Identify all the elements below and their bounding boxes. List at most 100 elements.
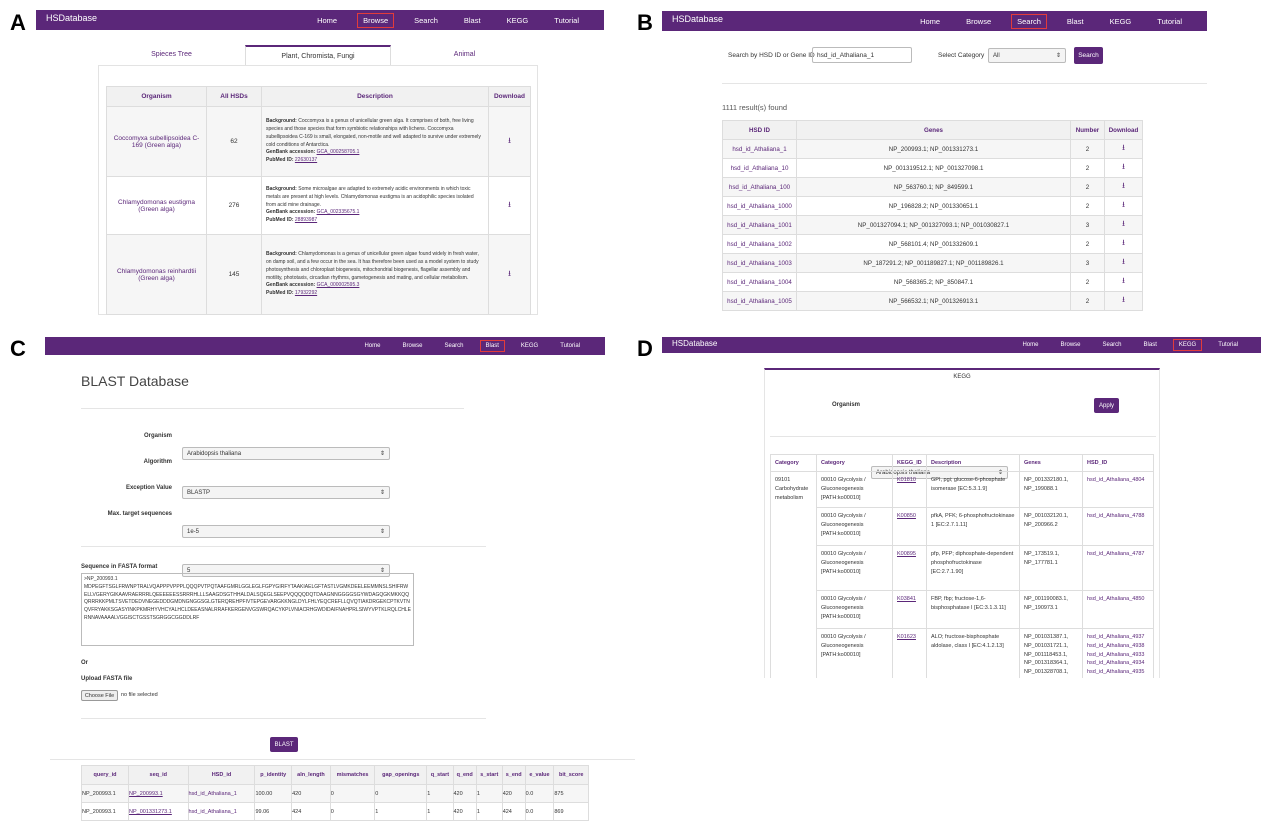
fasta-textarea[interactable]: >NP_200993.1 MDPEGFTSGLFRWNPTRALVQAPPPVP… (81, 573, 414, 646)
navbar-b: HSDatabase Home Browse Search Blast KEGG… (662, 11, 1207, 31)
download-icon[interactable]: ⭳ (1122, 219, 1125, 228)
download-icon[interactable]: ⭳ (1122, 276, 1125, 285)
nav-browse[interactable]: Browse (397, 341, 427, 351)
search-button[interactable]: Search (1074, 47, 1103, 64)
download-icon[interactable]: ⭳ (1122, 143, 1125, 152)
search-label: Search by HSD ID or Gene ID (728, 52, 815, 59)
nav-blast[interactable]: Blast (1062, 15, 1089, 28)
panel-label-d: D (637, 336, 653, 361)
nav-search[interactable]: Search (1011, 13, 1047, 29)
table-row: NP_200993.1 NP_200993.1 hsd_id_Athaliana… (80, 784, 589, 803)
navbar-d: HSDatabase Home Browse Search Blast KEGG… (662, 337, 1261, 353)
hsd-id-link[interactable]: hsd_id_Athaliana_1005 (722, 291, 797, 311)
brand-logo[interactable]: HSDatabase (672, 339, 717, 348)
nav-search[interactable]: Search (440, 341, 469, 351)
table-row: hsd_id_Athaliana_10 NP_001319512.1; NP_00… (722, 158, 1143, 178)
hsd-id-link[interactable]: hsd_id_Athaliana_4933 (1087, 651, 1149, 660)
algorithm-select[interactable]: BLASTP (182, 486, 390, 499)
nav-blast[interactable]: Blast (459, 14, 486, 27)
tab-animal[interactable]: Animal (391, 51, 538, 58)
hsd-id-link[interactable]: hsd_id_Athaliana_1 (722, 139, 797, 159)
nav-home[interactable]: Home (359, 341, 385, 351)
hsd-id-link[interactable]: hsd_id_Athaliana_4938 (1087, 642, 1149, 651)
hsd-id-link[interactable]: hsd_id_Athaliana_10 (722, 158, 797, 178)
table-row: hsd_id_Athaliana_1 NP_200993.1; NP_001331… (722, 139, 1143, 159)
nav-browse[interactable]: Browse (1055, 340, 1085, 350)
evalue-select[interactable]: 1e-5 (182, 525, 390, 538)
nav-blast[interactable]: Blast (479, 340, 505, 352)
hsd-id-link[interactable]: hsd_id_Athaliana_100 (722, 177, 797, 197)
download-icon[interactable]: ⭳ (508, 136, 511, 145)
kegg-id-link[interactable]: K00895 (892, 545, 927, 591)
hsd-id-link[interactable]: hsd_id_Athaliana_1001 (722, 215, 797, 235)
hsd-id-link[interactable]: hsd_id_Athaliana_4788 (1082, 507, 1154, 546)
hsd-id-link[interactable]: hsd_id_Athaliana_1 (187, 784, 256, 803)
search-input[interactable]: hsd_id_Athaliana_1 (812, 47, 912, 63)
hsd-id-link[interactable]: hsd_id_Athaliana_4937 (1087, 633, 1149, 642)
nav-tutorial[interactable]: Tutorial (1213, 340, 1243, 350)
nav-browse[interactable]: Browse (961, 15, 996, 28)
tab-plant[interactable]: Plant, Chromista, Fungi (245, 45, 391, 65)
hsd-id-link[interactable]: hsd_id_Athaliana_4787 (1082, 545, 1154, 591)
brand-logo[interactable]: HSDatabase (672, 14, 723, 24)
bg-label: Background: (266, 186, 297, 193)
download-icon[interactable]: ⭳ (508, 200, 511, 209)
category-select[interactable]: All (988, 48, 1066, 63)
hsd-id-link[interactable]: hsd_id_Athaliana_1002 (722, 234, 797, 254)
description-cell: pfkA, PFK; 6-phosphofructokinase 1 [EC:2… (926, 507, 1020, 546)
apply-button[interactable]: Apply (1094, 398, 1119, 413)
download-cell: ⭳ (1104, 196, 1143, 216)
download-icon[interactable]: ⭳ (1122, 200, 1125, 209)
nav-home[interactable]: Home (1017, 340, 1043, 350)
seq-id-link[interactable]: NP_200993.1 (128, 784, 189, 803)
nav-kegg[interactable]: KEGG (516, 341, 543, 351)
pubmed-link[interactable]: 17932292 (295, 290, 317, 296)
nav-blast[interactable]: Blast (1139, 340, 1162, 350)
genbank-link[interactable]: GCA_002335675.1 (317, 209, 360, 215)
hsd-id-link[interactable]: hsd_id_Athaliana_4850 (1082, 590, 1154, 629)
organism-link[interactable]: Chlamydomonas reinhardtii (Green alga) (106, 234, 207, 315)
choose-file-button[interactable]: Choose File (81, 690, 118, 701)
kegg-id-link[interactable]: K01810 (892, 471, 927, 508)
nav-tutorial[interactable]: Tutorial (1152, 15, 1187, 28)
hsd-id-link[interactable]: hsd_id_Athaliana_1000 (722, 196, 797, 216)
brand-logo[interactable]: HSDatabase (46, 13, 97, 23)
nav-home[interactable]: Home (915, 15, 945, 28)
nav-search[interactable]: Search (1098, 340, 1127, 350)
nav-search[interactable]: Search (409, 14, 443, 27)
kegg-id-link[interactable]: K01623 (892, 628, 927, 682)
organism-link[interactable]: Chlamydomonas eustigma (Green alga) (106, 176, 207, 235)
download-icon[interactable]: ⭳ (1122, 181, 1125, 190)
download-icon[interactable]: ⭳ (1122, 238, 1125, 247)
algorithm-label: Algorithm (143, 459, 172, 465)
hsd-id-link[interactable]: hsd_id_Athaliana_1003 (722, 253, 797, 273)
hsd-id-link[interactable]: hsd_id_Athaliana_4934 (1087, 659, 1149, 668)
nav-home[interactable]: Home (312, 14, 342, 27)
nav-kegg[interactable]: KEGG (1172, 339, 1203, 351)
download-icon[interactable]: ⭳ (1122, 257, 1125, 266)
pubmed-link[interactable]: 22630137 (295, 157, 317, 163)
download-icon[interactable]: ⭳ (1122, 162, 1125, 171)
nav-kegg[interactable]: KEGG (502, 14, 534, 27)
kegg-id-link[interactable]: K00850 (892, 507, 927, 546)
nav-tutorial[interactable]: Tutorial (549, 14, 584, 27)
organism-link[interactable]: Coccomyxa subellipsoidea C-169 (Green al… (106, 106, 207, 177)
seq-id-link[interactable]: NP_001331273.1 (128, 802, 189, 821)
kegg-id-link[interactable]: K03841 (892, 590, 927, 629)
hsd-id-link[interactable]: hsd_id_Athaliana_4935 (1087, 668, 1149, 677)
download-icon[interactable]: ⭳ (508, 269, 511, 278)
pubmed-link[interactable]: 28893987 (295, 217, 317, 223)
cell: 1 (426, 802, 454, 821)
nav-browse[interactable]: Browse (357, 12, 395, 28)
genbank-link[interactable]: GCA_000002595.3 (317, 282, 360, 288)
nav-tutorial[interactable]: Tutorial (555, 341, 585, 351)
hsd-id-link[interactable]: hsd_id_Athaliana_4804 (1082, 471, 1154, 508)
hsd-id-link[interactable]: hsd_id_Athaliana_1004 (722, 272, 797, 292)
hsd-id-link[interactable]: hsd_id_Athaliana_1 (187, 802, 256, 821)
nav-kegg[interactable]: KEGG (1105, 15, 1137, 28)
organism-select[interactable]: Arabidopsis thaliana (182, 447, 390, 460)
tab-species-tree[interactable]: Spieces Tree (98, 51, 245, 58)
genbank-link[interactable]: GCA_000258705.1 (317, 149, 360, 155)
download-icon[interactable]: ⭳ (1122, 295, 1125, 304)
blast-button[interactable]: BLAST (270, 737, 298, 752)
